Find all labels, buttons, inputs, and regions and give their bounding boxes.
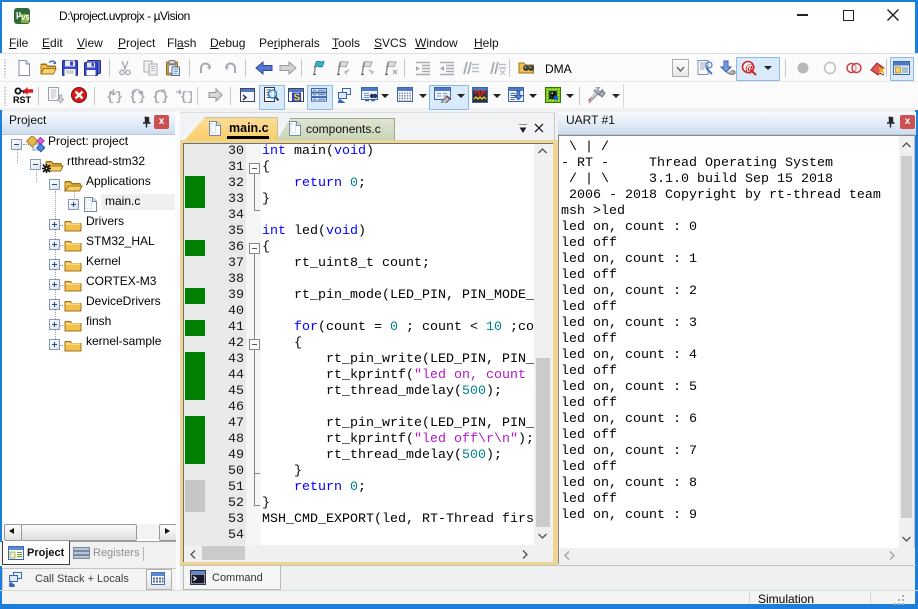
- svg-text:S: S: [294, 93, 301, 103]
- svg-text:}: }: [187, 90, 192, 104]
- svg-text:}: }: [138, 90, 145, 104]
- svg-text:{: {: [130, 90, 138, 104]
- svg-text:}: }: [115, 90, 122, 104]
